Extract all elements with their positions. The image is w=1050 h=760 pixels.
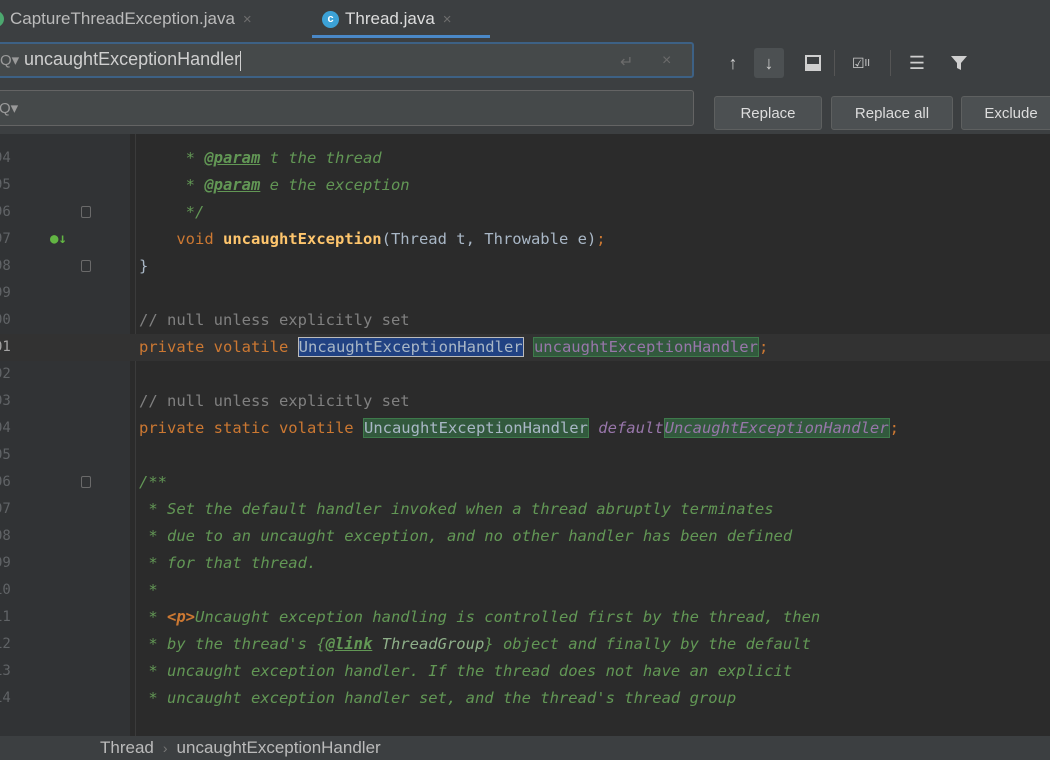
code-line[interactable]: 11 * <p>Uncaught exception handling is c… xyxy=(0,604,1050,631)
code-line[interactable]: 12 * by the thread's {@link ThreadGroup}… xyxy=(0,631,1050,658)
line-number: 99 xyxy=(0,285,11,301)
code-text: */ xyxy=(139,203,205,221)
line-number: 97 xyxy=(0,231,11,247)
tab-label: CaptureThreadException.java xyxy=(10,9,235,28)
newline-icon[interactable]: ↵ xyxy=(620,52,633,72)
line-number: 04 xyxy=(0,420,11,436)
code-text: // null unless explicitly set xyxy=(139,311,410,329)
code-line[interactable]: 99 xyxy=(0,280,1050,307)
code-editor[interactable]: 94 * @param t the thread95 * @param e th… xyxy=(0,134,1050,736)
code-text: } xyxy=(139,257,149,275)
line-number: 10 xyxy=(0,582,11,598)
replace-field[interactable]: Q▾ xyxy=(0,90,694,126)
code-line[interactable]: 96 */ xyxy=(0,199,1050,226)
arrow-down-icon[interactable]: ↓ xyxy=(754,48,784,78)
code-line[interactable]: 00 // null unless explicitly set xyxy=(0,307,1050,334)
line-number: 14 xyxy=(0,690,11,706)
code-line[interactable]: 07 * Set the default handler invoked whe… xyxy=(0,496,1050,523)
line-number: 07 xyxy=(0,501,11,517)
code-line[interactable]: 05 xyxy=(0,442,1050,469)
line-number: 00 xyxy=(0,312,11,328)
close-icon[interactable]: × xyxy=(243,11,252,28)
code-text: * by the thread's {@link ThreadGroup} ob… xyxy=(139,635,811,653)
toolbar-divider xyxy=(890,50,891,76)
line-number: 09 xyxy=(0,555,11,571)
line-number: 05 xyxy=(0,447,11,463)
line-number: 98 xyxy=(0,258,11,274)
line-number: 08 xyxy=(0,528,11,544)
code-line[interactable]: 02 xyxy=(0,361,1050,388)
line-number: 02 xyxy=(0,366,11,382)
code-text: * uncaught exception handler set, and th… xyxy=(139,689,737,707)
code-line[interactable]: 98} xyxy=(0,253,1050,280)
search-history-icon[interactable]: Q▾ xyxy=(0,51,24,69)
code-text: // null unless explicitly set xyxy=(139,392,410,410)
match-case-icon[interactable]: ☑ II xyxy=(846,48,876,78)
fold-icon[interactable] xyxy=(81,206,91,218)
close-icon[interactable]: × xyxy=(443,11,452,28)
code-text: * @param t the thread xyxy=(139,149,382,167)
code-line[interactable]: 09 * for that thread. xyxy=(0,550,1050,577)
line-number: 95 xyxy=(0,177,11,193)
code-line[interactable]: 04 private static volatile UncaughtExcept… xyxy=(0,415,1050,442)
line-number: 11 xyxy=(0,609,11,625)
code-line[interactable]: 14 * uncaught exception handler set, and… xyxy=(0,685,1050,712)
code-text: * @param e the exception xyxy=(139,176,410,194)
fold-icon[interactable] xyxy=(81,260,91,272)
replace-button[interactable]: Replace xyxy=(714,96,822,130)
tab-capture-thread-exception[interactable]: CaptureThreadException.java × xyxy=(0,0,252,38)
code-text: * for that thread. xyxy=(139,554,317,572)
code-text: /** xyxy=(139,473,167,491)
replace-all-button[interactable]: Replace all xyxy=(831,96,953,130)
line-number: 96 xyxy=(0,204,11,220)
code-text: * <p>Uncaught exception handling is cont… xyxy=(139,608,821,626)
code-line[interactable]: 13 * uncaught exception handler. If the … xyxy=(0,658,1050,685)
code-text: private volatile UncaughtExceptionHandle… xyxy=(139,337,769,357)
code-line[interactable]: 97 ●↓ void uncaughtException(Thread t, Th… xyxy=(0,226,1050,253)
line-number: 06 xyxy=(0,474,11,490)
search-input[interactable]: uncaughtExceptionHandler xyxy=(24,49,241,70)
breadcrumb-item-class[interactable]: Thread xyxy=(100,738,154,758)
line-number: 94 xyxy=(0,150,11,166)
code-line[interactable]: 95 * @param e the exception xyxy=(0,172,1050,199)
tab-thread-java[interactable]: c Thread.java × xyxy=(322,0,452,38)
line-number: 12 xyxy=(0,636,11,652)
line-number: 03 xyxy=(0,393,11,409)
tab-label: Thread.java xyxy=(345,9,435,28)
search-field[interactable]: Q▾ uncaughtExceptionHandler ↵ × xyxy=(0,42,694,78)
arrow-up-icon[interactable]: ↑ xyxy=(718,48,748,78)
code-line[interactable]: 10 * xyxy=(0,577,1050,604)
select-all-occurrences-icon[interactable] xyxy=(798,48,828,78)
fold-icon[interactable] xyxy=(81,476,91,488)
code-text: void uncaughtException(Thread t, Throwab… xyxy=(176,230,606,248)
code-line[interactable]: 01 private volatile UncaughtExceptionHand… xyxy=(0,334,1050,361)
class-icon: c xyxy=(322,10,339,28)
implementations-gutter-icon[interactable]: ●↓ xyxy=(50,226,67,253)
line-number: 13 xyxy=(0,663,11,679)
filter-icon[interactable] xyxy=(944,48,974,78)
breadcrumb-separator: › xyxy=(162,740,168,756)
code-text: * Set the default handler invoked when a… xyxy=(139,500,774,518)
code-text: * xyxy=(139,581,158,599)
code-text: private static volatile UncaughtExceptio… xyxy=(139,418,899,438)
line-number: 01 xyxy=(0,339,11,355)
exclude-button[interactable]: Exclude xyxy=(961,96,1050,130)
toolbar-divider xyxy=(834,50,835,76)
code-text: * uncaught exception handler. If the thr… xyxy=(139,662,793,680)
breadcrumb-item-field[interactable]: uncaughtExceptionHandler xyxy=(177,738,381,758)
code-text: * due to an uncaught exception, and no o… xyxy=(139,527,793,545)
clear-search-icon[interactable]: × xyxy=(662,52,671,70)
filter-lines-icon[interactable]: ☰ xyxy=(902,48,932,78)
editor-tab-bar: CaptureThreadException.java × c Thread.j… xyxy=(0,0,1050,38)
find-replace-bar: Q▾ uncaughtExceptionHandler ↵ × ↑ ↓ ☑ II … xyxy=(0,38,1050,134)
code-line[interactable]: 06 /** xyxy=(0,469,1050,496)
code-line[interactable]: 94 * @param t the thread xyxy=(0,145,1050,172)
code-line[interactable]: 08 * due to an uncaught exception, and n… xyxy=(0,523,1050,550)
code-line[interactable]: 03 // null unless explicitly set xyxy=(0,388,1050,415)
breadcrumb: Thread › uncaughtExceptionHandler xyxy=(0,736,1050,760)
java-file-icon xyxy=(0,11,4,27)
replace-history-icon[interactable]: Q▾ xyxy=(0,99,23,117)
